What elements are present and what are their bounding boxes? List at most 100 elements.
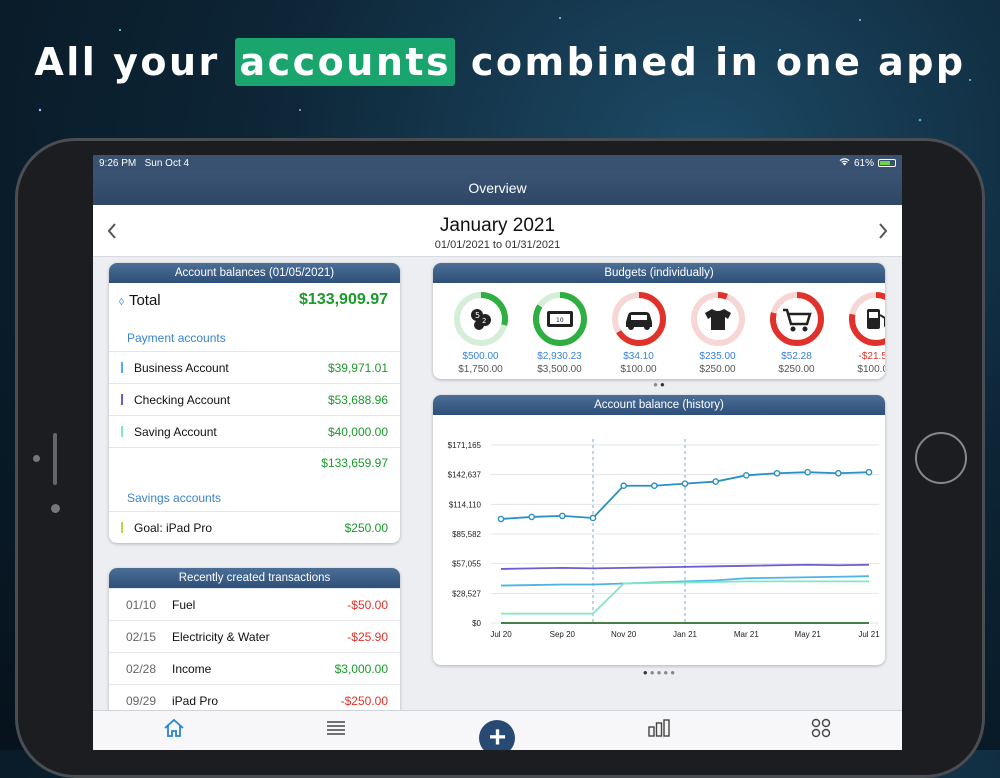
transaction-row[interactable]: 01/10 Fuel -$50.00	[109, 588, 400, 620]
x-tick-label: Jul 20	[490, 630, 512, 639]
y-tick-label: $28,527	[452, 589, 481, 598]
account-name: Checking Account	[134, 392, 231, 407]
x-tick-label: May 21	[795, 630, 822, 639]
total-row[interactable]: ◊ Total $133,909.97	[109, 283, 400, 317]
transaction-row[interactable]: 02/15 Electricity & Water -$25.90	[109, 620, 400, 652]
account-name: Goal: iPad Pro	[134, 520, 213, 535]
account-color-marker	[121, 426, 123, 437]
account-balances-card: Account balances (01/05/2021) ◊ Total $13…	[109, 263, 400, 543]
data-point[interactable]	[681, 480, 689, 487]
budget-limit: $100.00	[857, 364, 885, 375]
budgets-header: Budgets (individually)	[433, 263, 885, 283]
nav-title: Overview	[468, 180, 527, 196]
balance-history-card: Account balance (history) $0 $28,527 $57,0…	[433, 395, 885, 665]
budget-spent: -$21.56	[858, 351, 885, 362]
budget-item[interactable]: $34.10 $100.00	[599, 289, 678, 379]
data-point[interactable]	[559, 512, 566, 520]
tab-list[interactable]	[316, 716, 356, 746]
recent-transactions-card: Recently created transactions 01/10 Fuel -…	[109, 568, 400, 716]
add-icon: +	[479, 719, 516, 750]
account-amount: $250.00	[344, 520, 388, 535]
app-screen: 9:26 PM Sun Oct 4 61% Overview January 2…	[93, 155, 902, 750]
account-amount: $40,000.00	[327, 424, 388, 439]
history-page-indicator[interactable]: ● ● ● ● ●	[433, 667, 885, 679]
page-dot[interactable]: ●	[653, 380, 658, 389]
side-sensor	[53, 433, 57, 485]
tab-statistics[interactable]	[639, 716, 679, 746]
y-tick-label: $114,110	[449, 500, 482, 509]
transaction-date: 02/28	[126, 661, 157, 676]
data-point[interactable]	[620, 482, 627, 490]
budget-item[interactable]: 10 $2,930.23 $3,500.00	[520, 289, 599, 379]
data-point[interactable]	[743, 472, 750, 479]
x-tick-label: Sep 20	[550, 630, 576, 639]
account-name-wrap: Saving Account	[121, 425, 217, 439]
y-tick-label: $57,055	[452, 560, 481, 569]
savings-accounts-label: Savings accounts	[127, 491, 222, 505]
account-amount: $39,971.01	[327, 360, 388, 375]
y-tick-label: $171,165	[448, 441, 482, 450]
marketing-headline: All your accounts combined in one app	[0, 38, 1000, 86]
tab-bar: +	[93, 710, 902, 750]
home-button[interactable]	[915, 432, 967, 484]
budget-progress-ring: 52	[453, 292, 508, 346]
tab-add[interactable]: +	[477, 716, 517, 750]
budget-progress-ring	[848, 292, 885, 346]
data-point[interactable]	[651, 482, 658, 490]
account-amount: $53,688.96	[327, 392, 388, 407]
data-point[interactable]	[712, 478, 719, 485]
budget-item[interactable]: -$21.56 $100.00	[836, 289, 885, 379]
next-month-button[interactable]	[878, 219, 888, 245]
total-label: Total	[128, 291, 161, 309]
balance-history-header: Account balance (history)	[433, 395, 885, 415]
nav-bar: Overview	[93, 171, 902, 205]
budget-item[interactable]: $52.28 $250.00	[757, 289, 836, 379]
chart-icon	[648, 719, 670, 742]
budget-item[interactable]: $235.00 $250.00	[678, 289, 757, 379]
data-point[interactable]	[497, 515, 505, 523]
transaction-date: 01/10	[126, 597, 157, 612]
account-row[interactable]: Saving Account $40,000.00	[109, 415, 400, 447]
x-tick-label: Jul 21	[858, 630, 880, 639]
x-tick-label: Mar 21	[734, 630, 759, 639]
page-dot[interactable]: ●	[657, 668, 662, 677]
tab-home[interactable]	[154, 716, 194, 746]
budget-progress-ring	[690, 292, 745, 346]
transaction-amount: -$250.00	[340, 693, 388, 708]
side-camera	[33, 455, 40, 462]
headline-text-after: combined in one app	[455, 40, 966, 84]
payment-subtotal: $133,659.97	[109, 447, 400, 477]
list-icon	[326, 720, 346, 741]
transaction-name: iPad Pro	[172, 693, 219, 708]
data-point[interactable]	[589, 514, 597, 522]
account-row[interactable]: Goal: iPad Pro $250.00	[109, 511, 400, 543]
budgets-page-indicator[interactable]: ● ●	[433, 379, 885, 391]
page-dot[interactable]: ●	[670, 668, 675, 677]
budget-item[interactable]: 5 2 $500.00 $1,750.00	[441, 289, 520, 379]
page-dot[interactable]: ●	[643, 668, 648, 677]
data-point[interactable]	[804, 468, 811, 476]
tab-more[interactable]	[801, 716, 841, 746]
prev-month-button[interactable]	[107, 219, 117, 245]
account-name: Business Account	[134, 360, 229, 375]
data-point[interactable]	[528, 513, 535, 521]
data-point[interactable]	[865, 468, 873, 476]
data-point[interactable]	[835, 469, 842, 477]
page-dot[interactable]: ●	[663, 668, 668, 677]
banknote-icon: 10	[546, 311, 573, 327]
home-icon	[163, 718, 185, 743]
page-dot[interactable]: ●	[660, 380, 665, 389]
total-value: $133,909.97	[299, 291, 388, 308]
account-color-marker	[121, 362, 123, 373]
svg-text:10: 10	[556, 317, 564, 324]
transaction-row[interactable]: 02/28 Income $3,000.00	[109, 652, 400, 684]
page-dot[interactable]: ●	[650, 668, 655, 677]
account-row[interactable]: Business Account $39,971.01	[109, 351, 400, 383]
period-range: 01/01/2021 to 01/31/2021	[434, 239, 561, 251]
headline-highlight: accounts	[235, 38, 456, 86]
account-row[interactable]: Checking Account $53,688.96	[109, 383, 400, 415]
status-time: 9:26 PM	[99, 157, 137, 169]
transaction-amount: $3,000.00	[334, 661, 388, 676]
transaction-name: Electricity & Water	[172, 629, 270, 644]
data-point[interactable]	[773, 469, 781, 477]
